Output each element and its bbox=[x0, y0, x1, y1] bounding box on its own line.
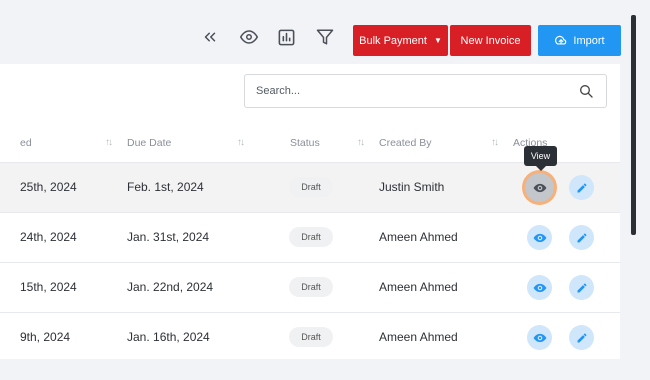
new-invoice-button[interactable]: New Invoice bbox=[450, 25, 531, 56]
column-header-due-date[interactable]: Due Date bbox=[127, 137, 171, 149]
pencil-icon bbox=[577, 232, 586, 242]
due-date-cell: Jan. 16th, 2024 bbox=[127, 330, 210, 344]
created-by-cell: Ameen Ahmed bbox=[379, 280, 458, 294]
pencil-icon bbox=[577, 332, 586, 342]
edit-button[interactable] bbox=[569, 175, 594, 200]
search-input[interactable] bbox=[245, 75, 545, 107]
date-cell: 25th, 2024 bbox=[20, 180, 77, 194]
table-row: 25th, 2024 Feb. 1st, 2024 Draft Justin S… bbox=[0, 162, 620, 212]
eye-icon bbox=[533, 283, 546, 292]
created-by-cell: Ameen Ahmed bbox=[379, 230, 458, 244]
search-box bbox=[244, 74, 607, 108]
due-date-cell: Jan. 22nd, 2024 bbox=[127, 280, 214, 294]
created-by-cell: Ameen Ahmed bbox=[379, 330, 458, 344]
eye-icon[interactable] bbox=[237, 25, 261, 49]
edit-button[interactable] bbox=[569, 275, 594, 300]
chevrons-left-icon[interactable] bbox=[198, 25, 222, 49]
eye-icon bbox=[533, 333, 546, 342]
sort-icon[interactable]: ↑↓ bbox=[237, 137, 245, 148]
edit-button[interactable] bbox=[569, 225, 594, 250]
due-date-cell: Feb. 1st, 2024 bbox=[127, 180, 204, 194]
table-row: 9th, 2024 Jan. 16th, 2024 Draft Ameen Ah… bbox=[0, 312, 620, 359]
filter-icon[interactable] bbox=[313, 25, 337, 49]
view-tooltip: View bbox=[524, 146, 557, 171]
view-button[interactable] bbox=[525, 173, 554, 202]
import-button[interactable]: Import bbox=[538, 25, 621, 56]
bulk-payment-label: Bulk Payment bbox=[359, 34, 427, 47]
due-date-cell: Jan. 31st, 2024 bbox=[127, 230, 210, 244]
column-header-status[interactable]: Status bbox=[290, 137, 320, 149]
view-button[interactable] bbox=[527, 225, 552, 250]
sort-icon[interactable]: ↑↓ bbox=[491, 137, 499, 148]
bar-chart-icon[interactable] bbox=[274, 25, 298, 49]
import-label: Import bbox=[573, 34, 605, 47]
sort-icon[interactable]: ↑↓ bbox=[357, 137, 365, 148]
created-by-cell: Justin Smith bbox=[379, 180, 445, 194]
date-cell: 15th, 2024 bbox=[20, 280, 77, 294]
column-header-date[interactable]: ed bbox=[20, 137, 32, 149]
caret-down-icon: ▼ bbox=[433, 36, 442, 45]
status-badge: Draft bbox=[289, 277, 333, 297]
column-header-created-by[interactable]: Created By bbox=[379, 137, 432, 149]
view-button[interactable] bbox=[527, 275, 552, 300]
bulk-payment-button[interactable]: Bulk Payment ▼ bbox=[353, 25, 448, 56]
app-frame: Bulk Payment ▼ New Invoice Import ed ↑↓ … bbox=[0, 0, 650, 380]
new-invoice-label: New Invoice bbox=[460, 34, 521, 47]
vertical-scrollbar[interactable] bbox=[631, 15, 636, 235]
table-row: 15th, 2024 Jan. 22nd, 2024 Draft Ameen A… bbox=[0, 262, 620, 312]
date-cell: 24th, 2024 bbox=[20, 230, 77, 244]
eye-icon bbox=[533, 183, 546, 192]
view-button[interactable] bbox=[527, 325, 552, 350]
sort-icon[interactable]: ↑↓ bbox=[105, 137, 113, 148]
pencil-icon bbox=[577, 182, 586, 192]
toolbar: Bulk Payment ▼ New Invoice Import bbox=[0, 15, 630, 65]
status-badge: Draft bbox=[289, 327, 333, 347]
pencil-icon bbox=[577, 282, 586, 292]
eye-icon bbox=[533, 233, 546, 242]
table-row: 24th, 2024 Jan. 31st, 2024 Draft Ameen A… bbox=[0, 212, 620, 262]
status-badge: Draft bbox=[289, 227, 333, 247]
status-badge: Draft bbox=[289, 177, 333, 197]
edit-button[interactable] bbox=[569, 325, 594, 350]
invoice-table-card: ed ↑↓ Due Date ↑↓ Status ↑↓ Created By ↑… bbox=[0, 64, 620, 359]
cloud-upload-icon bbox=[554, 34, 568, 48]
date-cell: 9th, 2024 bbox=[20, 330, 71, 344]
search-icon[interactable] bbox=[578, 83, 594, 99]
